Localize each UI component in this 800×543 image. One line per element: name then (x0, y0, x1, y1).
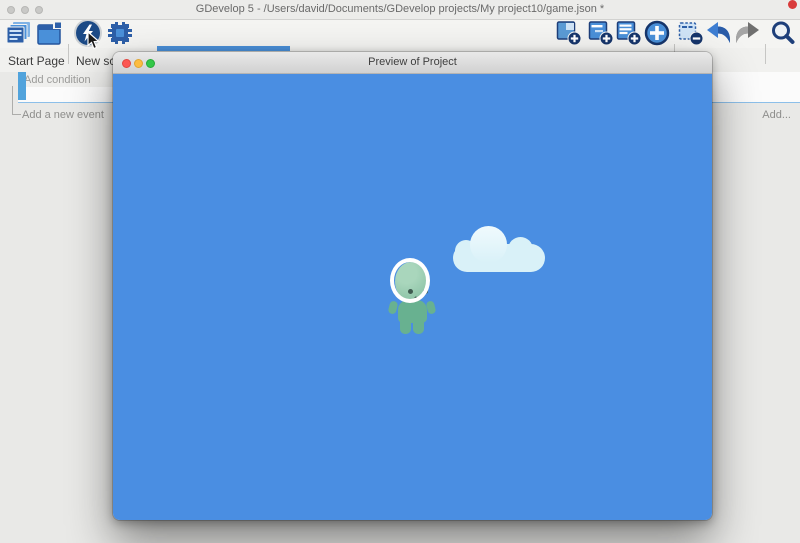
event-tree-connector (12, 86, 21, 115)
toolbar-separator (765, 44, 766, 64)
undo-icon (705, 21, 732, 48)
preview-minimize-button[interactable] (134, 59, 143, 68)
preview-window[interactable]: Preview of Project (113, 52, 712, 520)
redo-button[interactable] (733, 20, 761, 48)
alien-player-sprite (388, 256, 436, 336)
alien-arm (388, 300, 399, 315)
redo-icon (734, 21, 761, 48)
toolbar-separator (68, 44, 69, 64)
search-button[interactable] (769, 20, 796, 48)
add-comment-icon (616, 20, 642, 49)
alien-body (398, 300, 427, 323)
add-more-link[interactable]: Add... (762, 109, 791, 121)
alien-arm (426, 300, 437, 315)
minimize-button[interactable] (21, 6, 29, 14)
preview-close-button[interactable] (122, 59, 131, 68)
recording-indicator-dot (788, 0, 797, 9)
project-manager-icon (6, 21, 32, 47)
preview-window-title: Preview of Project (113, 52, 712, 73)
selection-ring (390, 258, 430, 303)
mouse-cursor-icon (87, 32, 101, 53)
preview-zoom-button[interactable] (146, 59, 155, 68)
preview-progress-bar (157, 46, 290, 51)
main-toolbar (0, 20, 800, 48)
add-choose-event-icon (644, 20, 670, 49)
debugger-icon (107, 21, 133, 48)
app-titlebar: GDevelop 5 - /Users/david/Documents/GDev… (0, 0, 800, 20)
add-subevent-button[interactable] (588, 20, 614, 48)
add-subevent-icon (588, 20, 614, 49)
close-button[interactable] (7, 6, 15, 14)
tab-start-page[interactable]: Start Page (8, 48, 65, 72)
add-comment-button[interactable] (616, 20, 642, 48)
app-window-title: GDevelop 5 - /Users/david/Documents/GDev… (0, 0, 800, 19)
add-event-button[interactable] (556, 20, 582, 48)
search-icon (770, 20, 796, 49)
remove-event-icon (678, 20, 704, 49)
add-new-event-link[interactable]: Add a new event (22, 109, 104, 121)
maximize-button[interactable] (35, 6, 43, 14)
remove-event-button[interactable] (678, 20, 704, 48)
preview-button[interactable] (73, 20, 103, 48)
game-viewport[interactable] (113, 74, 712, 520)
project-manager-button[interactable] (5, 20, 32, 48)
undo-button[interactable] (704, 20, 732, 48)
add-event-icon (556, 20, 582, 49)
debugger-button[interactable] (106, 20, 133, 48)
scene-editor-icon (37, 21, 63, 48)
scene-editor-button[interactable] (36, 20, 63, 48)
add-condition-link[interactable]: Add condition (24, 74, 91, 86)
cloud-sprite (453, 226, 545, 272)
preview-titlebar[interactable]: Preview of Project (113, 52, 712, 74)
add-choose-event-button[interactable] (643, 20, 670, 48)
